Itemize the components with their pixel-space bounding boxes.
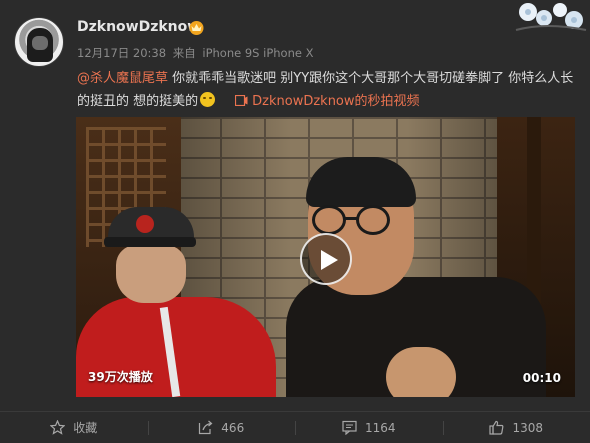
comment-count: 1164	[364, 420, 396, 435]
video-camera-icon	[235, 95, 248, 106]
avatar-face	[32, 36, 48, 50]
play-button[interactable]	[300, 233, 352, 285]
view-count: 39万次播放	[88, 370, 153, 384]
comment-icon	[342, 420, 357, 435]
comment-button[interactable]: 1164	[295, 412, 443, 443]
person-left-face	[116, 245, 186, 303]
favorite-label: 收藏	[73, 421, 98, 435]
flower-decoration-icon	[515, 3, 587, 31]
like-count: 1308	[512, 420, 544, 435]
avatar[interactable]	[14, 17, 64, 67]
person-left-cap-logo	[136, 215, 154, 233]
favorite-button[interactable]: 收藏	[0, 412, 148, 443]
video-duration: 00:10	[522, 371, 561, 385]
mention-link[interactable]: @杀人魔鼠尾草	[77, 71, 168, 86]
source-device[interactable]: iPhone 9S iPhone X	[202, 46, 313, 60]
repost-count: 466	[221, 420, 245, 435]
person-right-glasses-bridge	[344, 217, 358, 220]
person-right-hand	[386, 347, 456, 397]
sad-face-emoji-icon	[200, 92, 216, 107]
person-right-hair	[306, 157, 416, 207]
action-bar: 收藏 466 1164 1308	[0, 412, 590, 443]
like-button[interactable]: 1308	[442, 412, 590, 443]
username[interactable]: DzknowDzknow	[77, 19, 200, 35]
thumbs-up-icon	[489, 420, 504, 435]
source-prefix: 来自	[172, 46, 196, 60]
video-link[interactable]: DzknowDzknow的秒拍视频	[252, 94, 419, 109]
repost-button[interactable]: 466	[147, 412, 296, 443]
video-player[interactable]: 39万次播放 00:10	[76, 117, 575, 397]
star-icon	[50, 420, 66, 435]
person-left-cap-brim	[104, 237, 196, 247]
share-icon	[199, 420, 213, 435]
weibo-post: DzknowDzknow 12月17日 20:38 来自 iPhone 9S i…	[0, 0, 590, 443]
post-text: @杀人魔鼠尾草 你就乖乖当歌迷吧 别YY跟你这个大哥那个大哥切磋拳脚了 你特么人…	[77, 67, 577, 113]
post-meta: 12月17日 20:38 来自 iPhone 9S iPhone X	[77, 45, 317, 61]
timestamp[interactable]: 12月17日 20:38	[77, 46, 166, 60]
vip-crown-icon[interactable]	[188, 19, 205, 36]
person-right-glasses-left	[312, 205, 346, 235]
play-icon	[321, 250, 338, 270]
person-right-glasses-right	[356, 205, 390, 235]
